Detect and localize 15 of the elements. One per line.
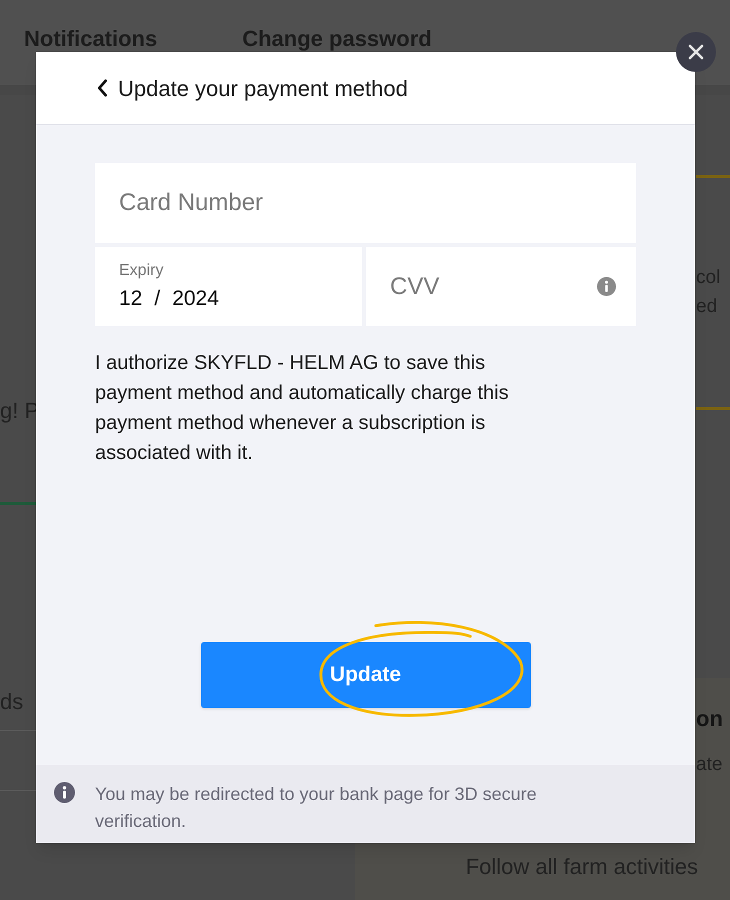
cvv-field[interactable]: CVV bbox=[366, 247, 636, 326]
expiry-separator: / bbox=[154, 286, 160, 312]
card-number-field[interactable]: Card Number bbox=[95, 163, 636, 243]
update-button[interactable]: Update bbox=[200, 642, 530, 708]
expiry-label: Expiry bbox=[119, 260, 164, 281]
expiry-year: 2024 bbox=[172, 286, 219, 312]
dialog-title: Update your payment method bbox=[118, 74, 408, 103]
expiry-field[interactable]: Expiry 12 / 2024 bbox=[95, 247, 362, 326]
info-icon bbox=[597, 277, 616, 296]
info-icon bbox=[54, 782, 75, 803]
consent-text: I authorize SKYFLD - HELM AG to save this payment method and automatically charge this payment method whenever a subscription is associated with it. bbox=[95, 351, 510, 466]
close-icon bbox=[688, 44, 704, 60]
notice-text: You may be redirected to your bank page for 3D secure verification. bbox=[95, 783, 538, 833]
card-heading: on bbox=[696, 705, 724, 733]
expiry-month: 12 bbox=[119, 286, 142, 312]
